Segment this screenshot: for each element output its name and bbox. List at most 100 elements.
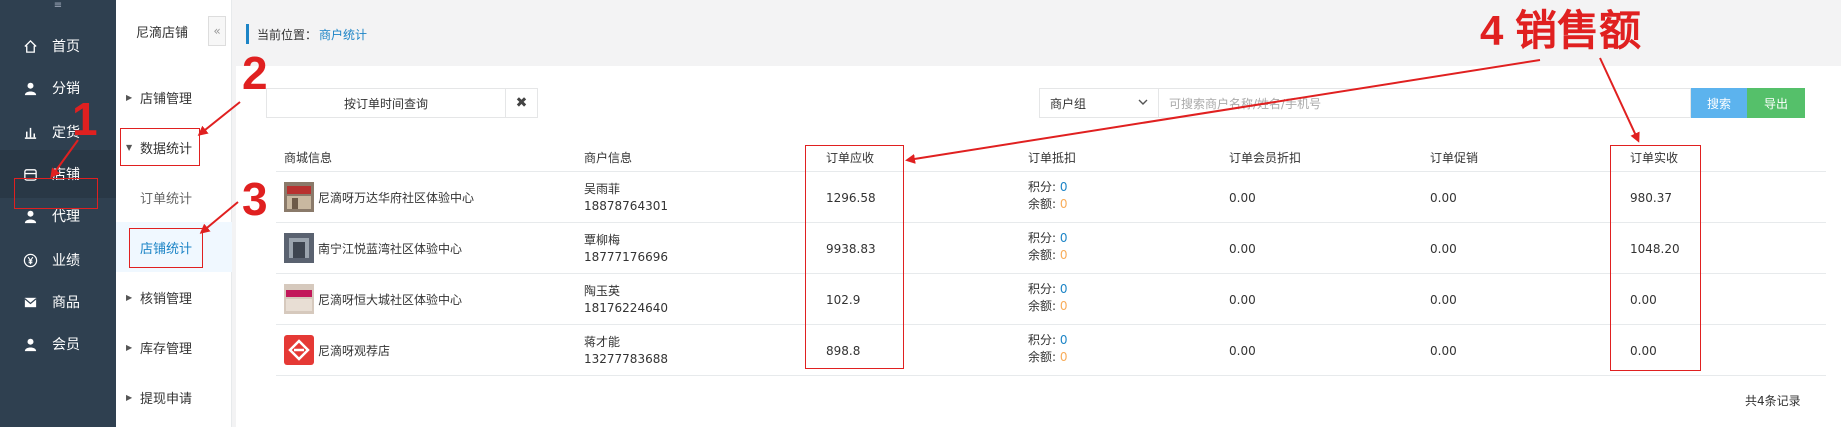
- breadcrumb-current[interactable]: 商户统计: [319, 26, 367, 43]
- bar-chart-icon: [22, 124, 38, 140]
- breadcrumb: 当前位置： 商户统计: [246, 24, 367, 44]
- deduct-balance: 余额: 0: [1028, 298, 1068, 315]
- primary-sidebar: ≡ 首页 分销 定货 店铺 代理 业绩 商品 会员: [0, 0, 116, 427]
- collapse-icon[interactable]: «: [208, 16, 226, 46]
- promotion: 0.00: [1430, 190, 1457, 205]
- nav-item-label: 首页: [52, 39, 80, 55]
- promotion: 0.00: [1430, 292, 1457, 307]
- table-row: 尼滴呀恒大城社区体验中心 陶玉英 18176224640 102.9 积分: 0…: [276, 274, 1826, 325]
- subnav-inventory-management[interactable]: ▶ 库存管理: [116, 322, 232, 372]
- shop-name: 尼滴呀万达华府社区体验中心: [318, 191, 475, 205]
- deduct-balance: 余额: 0: [1028, 247, 1068, 264]
- deduct-points: 积分: 0: [1028, 332, 1068, 349]
- subnav-verification-management[interactable]: ▶ 核销管理: [116, 272, 232, 322]
- merchant-group-select[interactable]: 商户组: [1039, 88, 1159, 118]
- merchant-info: 覃柳梅 18777176696: [584, 232, 668, 266]
- subnav-order-statistics[interactable]: 订单统计: [116, 172, 232, 222]
- balance-value: 0: [1059, 350, 1068, 364]
- deduct-balance: 余额: 0: [1028, 196, 1068, 213]
- table-header: 商城信息 商户信息 订单应收 订单抵扣 订单会员折扣 订单促销 订单实收: [276, 142, 1826, 172]
- points-value: 0: [1059, 333, 1068, 347]
- nav-item-order[interactable]: 定货: [0, 108, 116, 156]
- col-merchant-info: 商户信息: [584, 150, 633, 165]
- shop-name: 尼滴呀恒大城社区体验中心: [318, 293, 463, 307]
- points-label: 积分:: [1028, 282, 1057, 296]
- caret-right-icon: ▶: [126, 92, 133, 102]
- deduct-points: 积分: 0: [1028, 281, 1068, 298]
- points-value: 0: [1059, 231, 1068, 245]
- user-icon: [22, 208, 38, 224]
- nav-item-label: 会员: [52, 337, 80, 353]
- balance-label: 余额:: [1028, 248, 1057, 262]
- merchant-info: 陶玉英 18176224640: [584, 283, 668, 317]
- col-order-deduction: 订单抵扣: [1028, 150, 1077, 165]
- table-row: 尼滴呀观荐店 蒋才能 13277783688 898.8 积分: 0 余额: 0…: [276, 325, 1826, 376]
- order-deduction: 积分: 0 余额: 0: [1028, 332, 1068, 366]
- nav-item-performance[interactable]: 业绩: [0, 236, 116, 284]
- search-button[interactable]: 搜索: [1691, 88, 1747, 118]
- points-value: 0: [1059, 180, 1068, 194]
- nav-item-distribution[interactable]: 分销: [0, 64, 116, 112]
- nav-item-member[interactable]: 会员: [0, 320, 116, 368]
- nav-item-goods[interactable]: 商品: [0, 278, 116, 326]
- subnav-label: 提现申请: [140, 391, 193, 407]
- points-value: 0: [1059, 282, 1068, 296]
- shop-logo: [284, 335, 314, 365]
- member-discount: 0.00: [1229, 343, 1256, 358]
- col-shop-info: 商城信息: [284, 150, 333, 165]
- points-label: 积分:: [1028, 333, 1057, 347]
- col-order-promotion: 订单促销: [1430, 150, 1479, 165]
- member-discount: 0.00: [1229, 241, 1256, 256]
- merchant-name: 蒋才能: [584, 335, 621, 349]
- shop-thumbnail: [284, 284, 314, 314]
- select-value: 商户组: [1050, 96, 1087, 111]
- annotation-box-data-statistics: [120, 128, 200, 166]
- subnav-withdraw-request[interactable]: ▶ 提现申请: [116, 372, 232, 422]
- caret-right-icon: ▶: [126, 392, 133, 402]
- deduct-points: 积分: 0: [1028, 179, 1068, 196]
- merchant-name: 陶玉英: [584, 284, 621, 298]
- shop-thumbnail: [284, 233, 314, 263]
- subnav-label: 核销管理: [140, 291, 193, 307]
- merchant-phone: 13277783688: [584, 352, 668, 366]
- points-label: 积分:: [1028, 231, 1057, 245]
- chevron-down-icon: [1138, 97, 1148, 110]
- annotation-number-2: 2: [242, 47, 268, 99]
- subnav-label: 店铺管理: [140, 91, 193, 107]
- merchant-phone: 18777176696: [584, 250, 668, 264]
- balance-label: 余额:: [1028, 350, 1057, 364]
- search-input[interactable]: 可搜索商户名称/姓名/手机号: [1159, 88, 1691, 118]
- order-deduction: 积分: 0 余额: 0: [1028, 230, 1068, 264]
- annotation-box-received: [1610, 145, 1701, 371]
- balance-value: 0: [1059, 299, 1068, 313]
- annotation-box-receivable: [805, 145, 904, 369]
- annotation-box-store-statistics: [129, 228, 203, 268]
- nav-item-label: 商品: [52, 295, 80, 311]
- promotion: 0.00: [1430, 343, 1457, 358]
- merchant-name: 吴雨菲: [584, 182, 621, 196]
- date-query-button[interactable]: 按订单时间查询: [266, 88, 506, 118]
- home-icon: [22, 38, 38, 54]
- subnav-store-management[interactable]: ▶ 店铺管理: [116, 72, 232, 122]
- shop-name: 尼滴呀观荐店: [318, 344, 391, 358]
- menu-toggle-icon[interactable]: ≡: [0, 0, 116, 14]
- yen-icon: [22, 252, 38, 268]
- merchant-name: 覃柳梅: [584, 233, 621, 247]
- annotation-box-store: [14, 178, 98, 209]
- nav-item-home[interactable]: 首页: [0, 22, 116, 70]
- member-discount: 0.00: [1229, 190, 1256, 205]
- table-row: 南宁江悦蓝湾社区体验中心 覃柳梅 18777176696 9938.83 积分:…: [276, 223, 1826, 274]
- col-member-discount: 订单会员折扣: [1229, 150, 1302, 165]
- annotation-sales-label: 4 销售额: [1480, 7, 1642, 54]
- table-row: 尼滴呀万达华府社区体验中心 吴雨菲 18878764301 1296.58 积分…: [276, 172, 1826, 223]
- promotion: 0.00: [1430, 241, 1457, 256]
- clear-icon[interactable]: ✖: [506, 88, 538, 118]
- export-button[interactable]: 导出: [1747, 88, 1805, 118]
- deduct-balance: 余额: 0: [1028, 349, 1068, 366]
- order-deduction: 积分: 0 余额: 0: [1028, 179, 1068, 213]
- merchant-info: 蒋才能 13277783688: [584, 334, 668, 368]
- subnav-label: 库存管理: [140, 341, 193, 357]
- balance-label: 余额:: [1028, 197, 1057, 211]
- nav-item-label: 代理: [52, 209, 80, 225]
- merchant-phone: 18176224640: [584, 301, 668, 315]
